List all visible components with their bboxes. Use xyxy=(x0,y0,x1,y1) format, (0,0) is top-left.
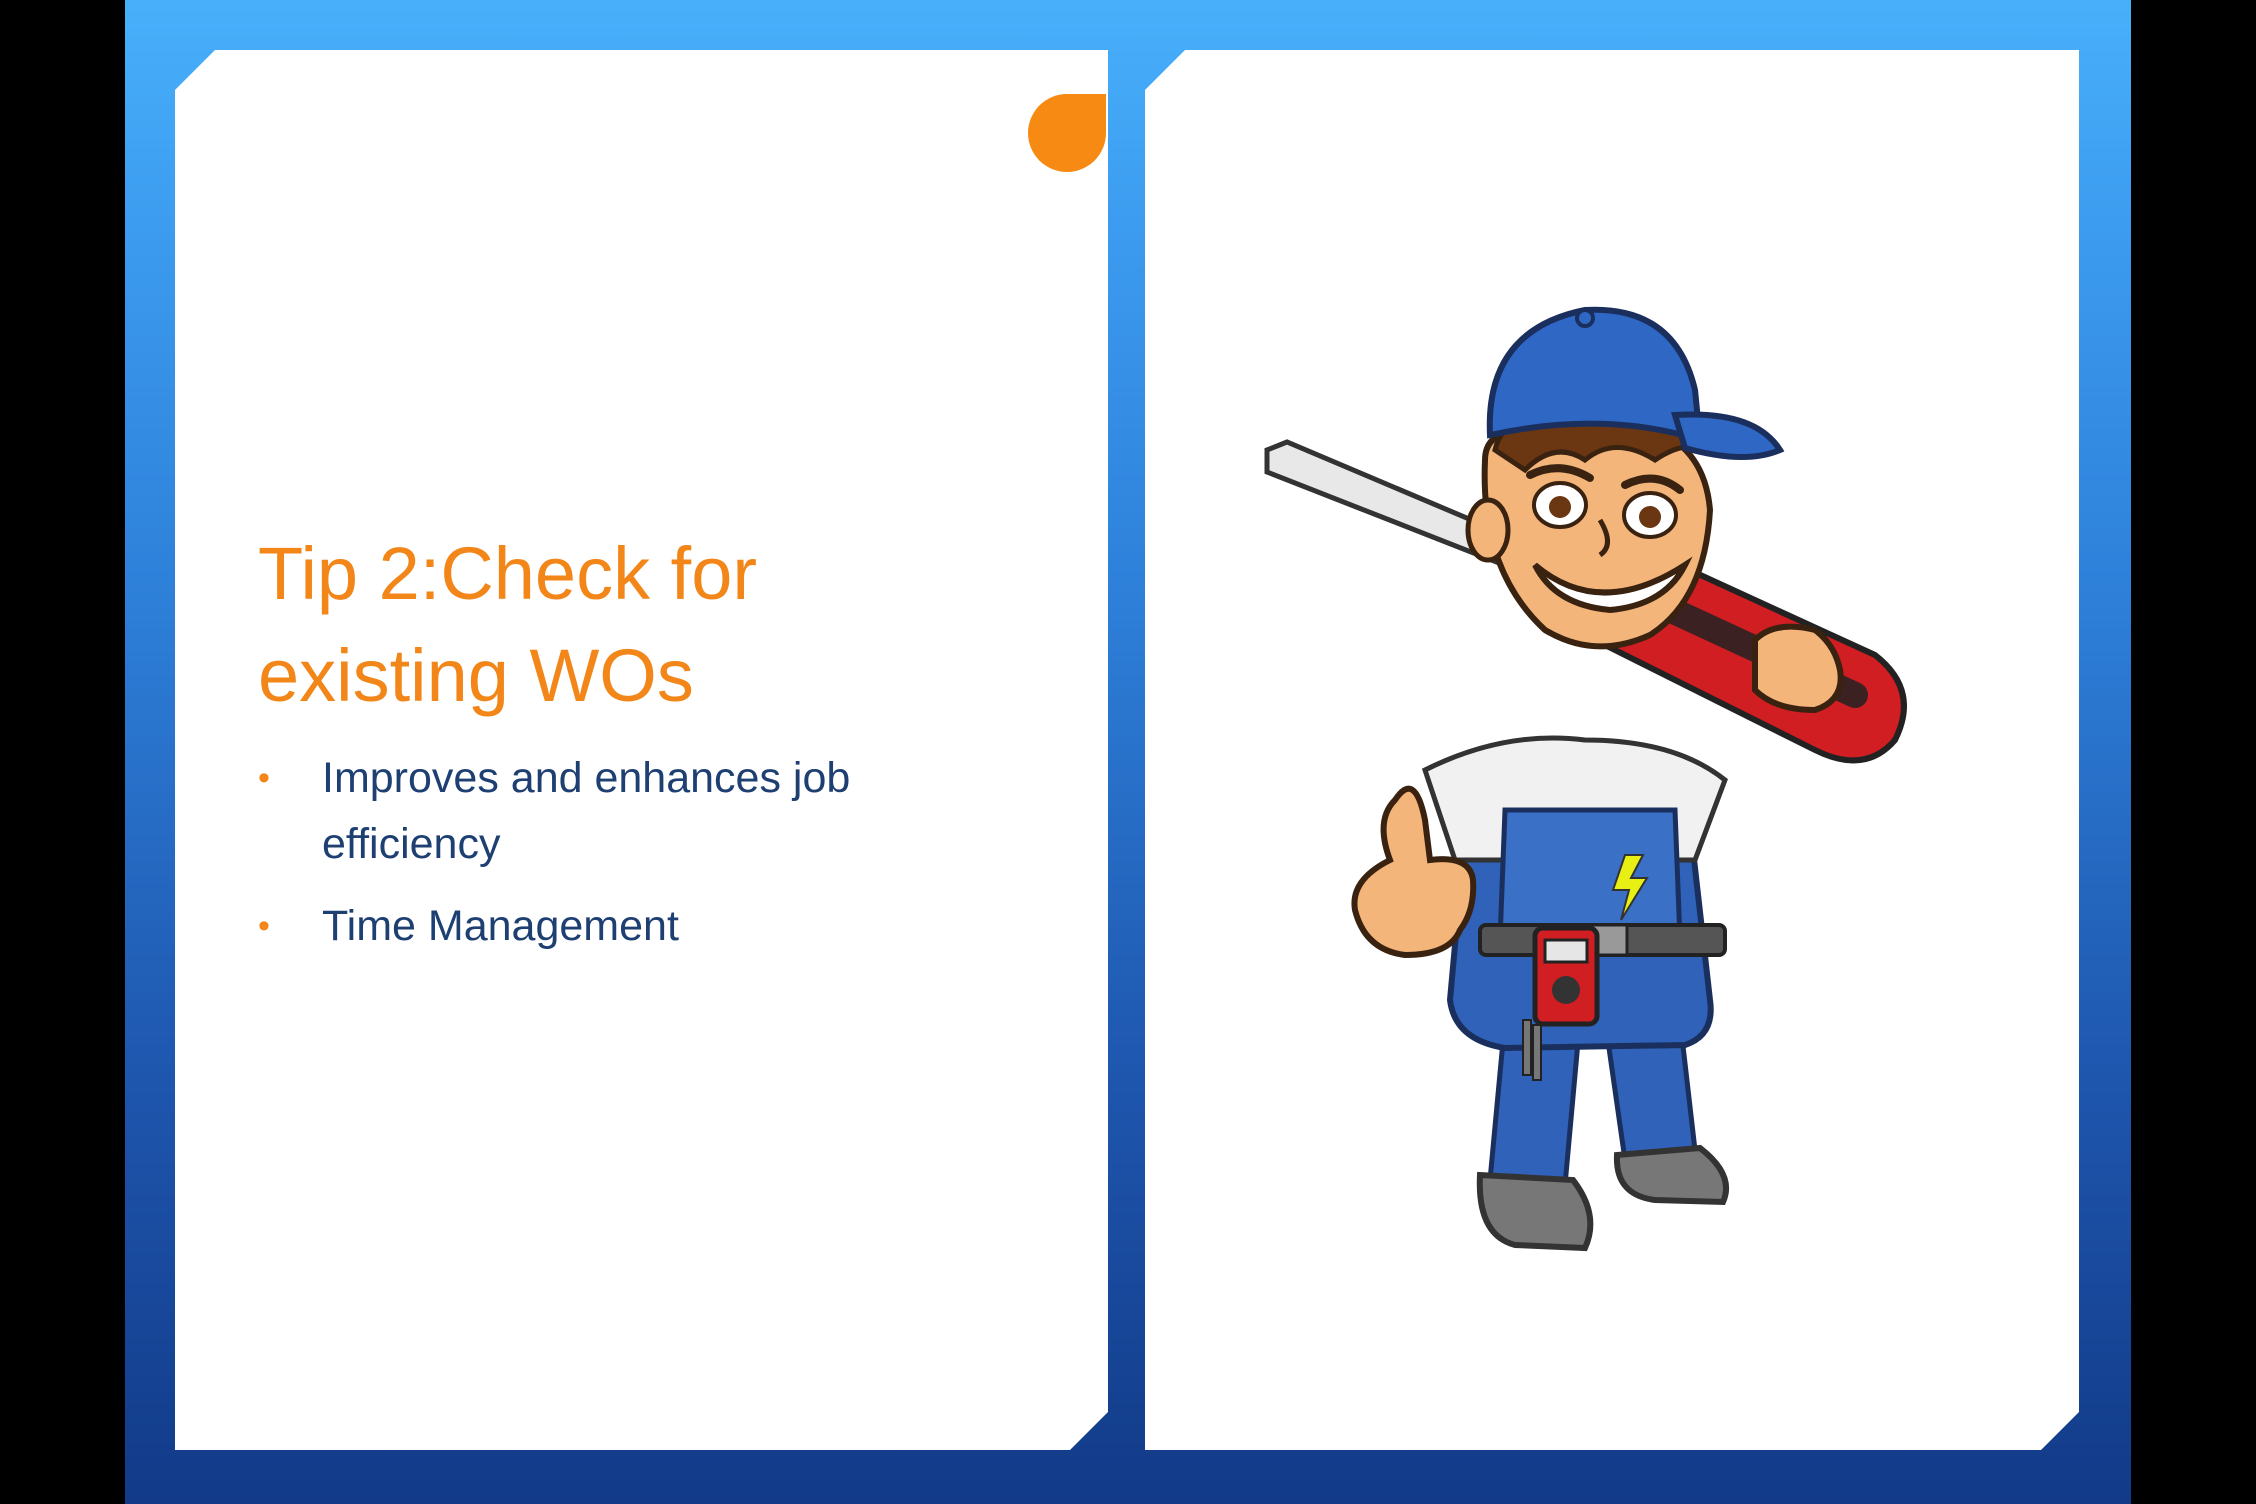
content-panel: Tip 2:Check for existing WOs • Improves … xyxy=(175,50,1108,1450)
bullet-item: • Time Management xyxy=(258,893,978,959)
slide: Tip 2:Check for existing WOs • Improves … xyxy=(125,0,2131,1504)
holding-hand xyxy=(1755,627,1841,710)
cap-visor xyxy=(1675,414,1780,457)
bullet-icon: • xyxy=(258,907,270,945)
bullet-item: • Improves and enhances job efficiency xyxy=(258,745,978,877)
slide-title: Tip 2:Check for existing WOs xyxy=(258,532,757,717)
bullet-text: Improves and enhances job efficiency xyxy=(322,754,851,868)
bullet-icon: • xyxy=(258,759,270,797)
left-shoe xyxy=(1480,1175,1591,1248)
right-shoe xyxy=(1617,1148,1726,1202)
cap xyxy=(1490,310,1700,440)
bullet-text: Time Management xyxy=(322,902,679,950)
orange-accent-drop xyxy=(1028,94,1106,172)
bullet-list: • Improves and enhances job efficiency •… xyxy=(258,745,978,975)
image-panel xyxy=(1145,50,2079,1450)
technician-illustration xyxy=(1255,300,1975,1280)
